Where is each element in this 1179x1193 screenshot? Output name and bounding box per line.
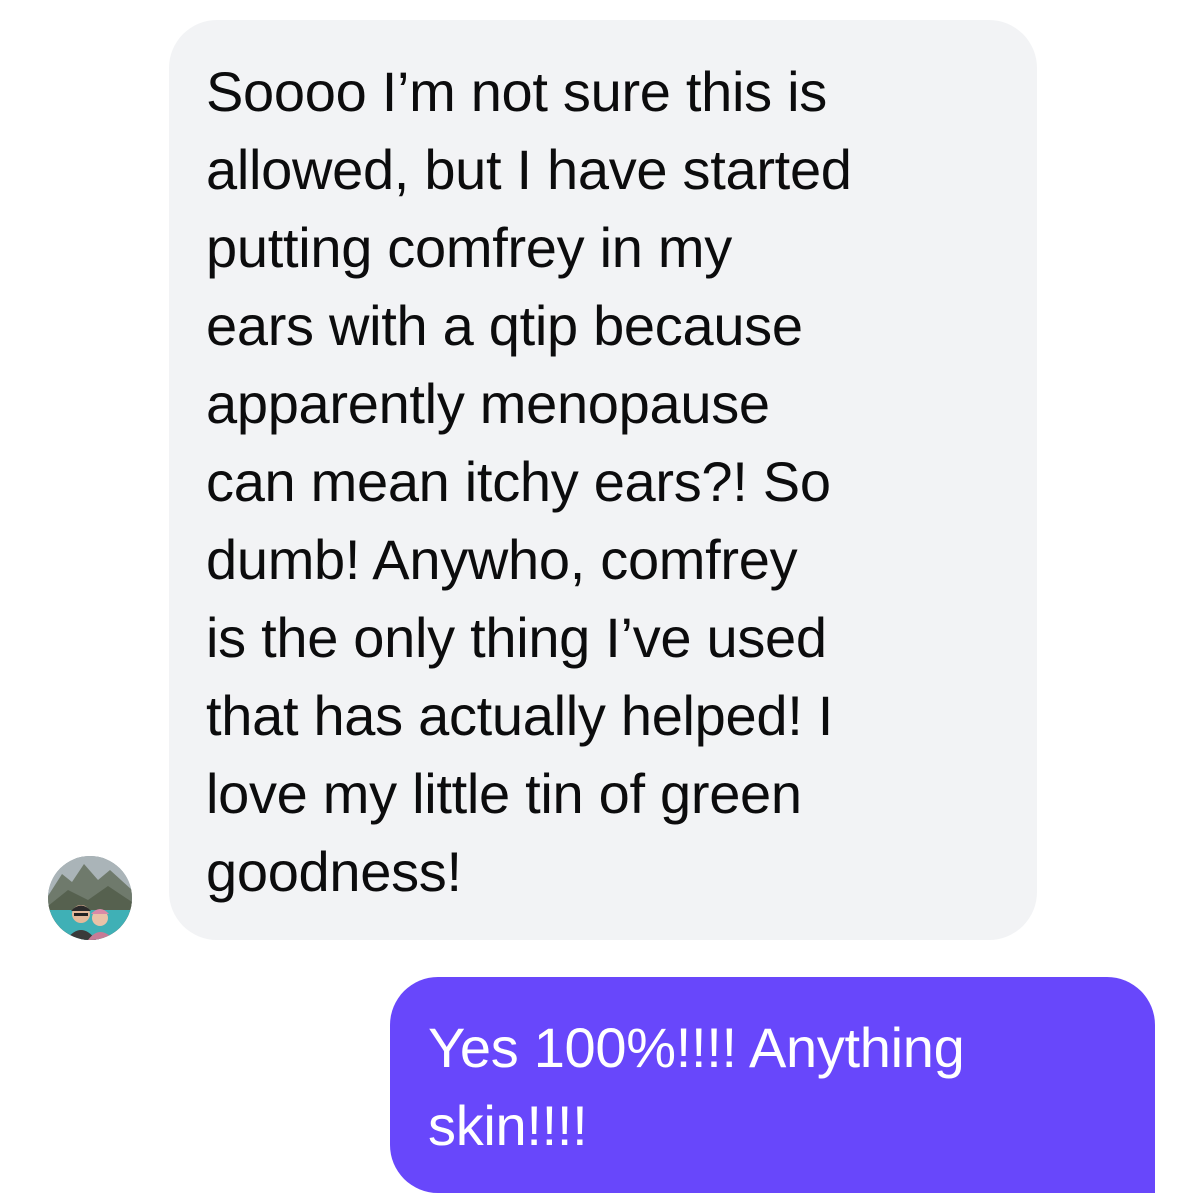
sender-avatar[interactable]	[48, 856, 132, 940]
message-thread: Soooo I’m not sure this is allowed, but …	[0, 0, 1179, 1193]
avatar-photo-icon	[48, 856, 132, 940]
incoming-message-text: Soooo I’m not sure this is allowed, but …	[206, 60, 852, 903]
outgoing-message-bubble[interactable]: Yes 100%!!!! Anything skin!!!!	[390, 977, 1155, 1193]
outgoing-message-text: Yes 100%!!!! Anything skin!!!!	[428, 1016, 965, 1157]
incoming-message-bubble[interactable]: Soooo I’m not sure this is allowed, but …	[169, 20, 1037, 940]
